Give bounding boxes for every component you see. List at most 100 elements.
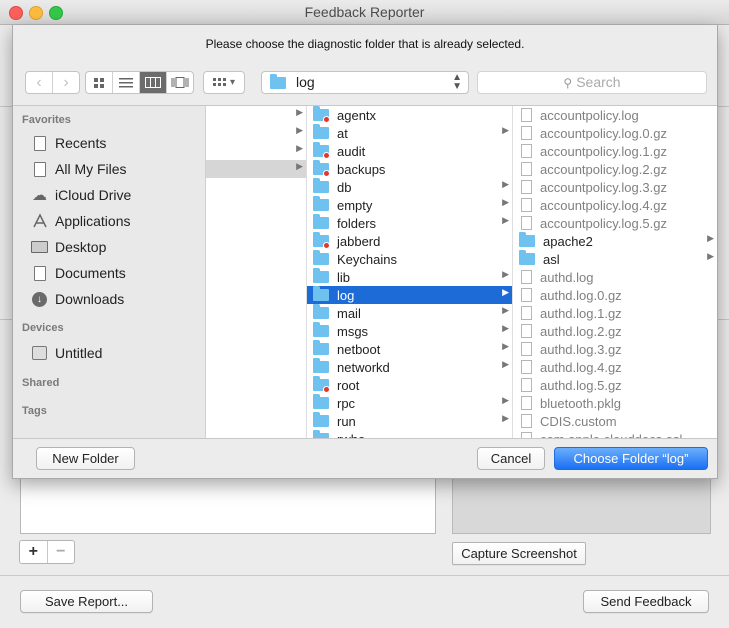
documents-icon [31, 265, 48, 282]
sidebar-item-all-my-files[interactable]: All My Files [31, 158, 127, 180]
list-item[interactable]: at ▶ [307, 124, 512, 142]
sidebar-item-downloads[interactable]: ↓ Downloads [31, 288, 124, 310]
disclosure-arrow-icon: ▶ [502, 197, 509, 207]
list-item[interactable]: db ▶ [307, 178, 512, 196]
list-item[interactable]: apache2 ▶ [513, 232, 717, 250]
back-icon[interactable]: ‹ [26, 72, 52, 93]
remove-button[interactable]: − [46, 541, 75, 563]
list-item[interactable]: netboot ▶ [307, 340, 512, 358]
capture-screenshot-button[interactable]: Capture Screenshot [452, 542, 586, 565]
list-item[interactable]: jabberd [307, 232, 512, 250]
save-report-button[interactable]: Save Report... [20, 590, 153, 613]
sidebar-item-untitled[interactable]: Untitled [31, 342, 102, 364]
list-item[interactable]: msgs ▶ [307, 322, 512, 340]
list-item-label: run [337, 413, 356, 429]
list-item[interactable]: com.apple.clouddocs.asl [513, 430, 717, 438]
document-icon [521, 144, 532, 158]
list-item[interactable]: accountpolicy.log.0.gz [513, 124, 717, 142]
screenshot-preview [452, 470, 711, 534]
disclosure-arrow-icon: ▶ [502, 395, 509, 405]
list-item[interactable]: ▶ [206, 106, 306, 124]
folder-icon [313, 268, 329, 283]
list-item[interactable]: Keychains [307, 250, 512, 268]
document-icon [521, 108, 532, 122]
list-item-label: netboot [337, 341, 381, 357]
document-icon [521, 378, 532, 392]
document-icon [521, 162, 532, 176]
list-item[interactable]: run ▶ [307, 412, 512, 430]
list-item[interactable]: rwho [307, 430, 512, 438]
icon-view-icon[interactable] [86, 72, 112, 93]
list-item[interactable]: mail ▶ [307, 304, 512, 322]
list-item[interactable]: log ▶ [307, 286, 512, 304]
list-item[interactable]: authd.log.0.gz [513, 286, 717, 304]
list-item[interactable]: ▶ [206, 142, 306, 160]
list-item[interactable]: accountpolicy.log.3.gz [513, 178, 717, 196]
document-icon [521, 396, 532, 410]
folder-icon [313, 358, 329, 373]
cover-flow-icon[interactable] [166, 72, 193, 93]
sidebar-item-documents[interactable]: Documents [31, 262, 126, 284]
list-item[interactable]: authd.log.4.gz [513, 358, 717, 376]
document-icon [521, 414, 532, 428]
shared-header: Shared [22, 377, 60, 389]
attachments-list[interactable] [20, 470, 436, 534]
nav-back-forward: ‹ › [25, 71, 80, 94]
list-item[interactable]: authd.log.5.gz [513, 376, 717, 394]
list-item[interactable]: accountpolicy.log.1.gz [513, 142, 717, 160]
folder-icon [313, 394, 329, 409]
list-item[interactable]: accountpolicy.log.4.gz [513, 196, 717, 214]
list-item[interactable]: accountpolicy.log.2.gz [513, 160, 717, 178]
document-icon [521, 342, 532, 356]
arrange-icon[interactable]: ▾ [204, 72, 244, 93]
list-item[interactable]: root [307, 376, 512, 394]
sidebar-item-desktop[interactable]: Desktop [31, 236, 106, 258]
list-item-selected[interactable]: ▶ [206, 160, 306, 178]
list-item[interactable]: accountpolicy.log.5.gz [513, 214, 717, 232]
arrange-menu[interactable]: ▾ [203, 71, 245, 94]
folder-icon [270, 74, 286, 89]
divider [0, 575, 729, 576]
new-folder-button[interactable]: New Folder [36, 447, 135, 470]
list-item-label: accountpolicy.log.0.gz [540, 125, 667, 141]
sidebar-item-recents[interactable]: Recents [31, 132, 106, 154]
list-item[interactable]: agentx [307, 106, 512, 124]
disclosure-arrow-icon: ▶ [502, 179, 509, 189]
search-field[interactable]: ⚲ Search [477, 71, 707, 94]
list-view-icon[interactable] [112, 72, 139, 93]
list-item-label: accountpolicy.log.4.gz [540, 197, 667, 213]
sidebar-item-applications[interactable]: Applications [31, 210, 131, 232]
add-button[interactable]: + [20, 541, 47, 563]
list-item[interactable]: authd.log.1.gz [513, 304, 717, 322]
list-item[interactable]: audit [307, 142, 512, 160]
list-item[interactable]: authd.log [513, 268, 717, 286]
list-item[interactable]: lib ▶ [307, 268, 512, 286]
list-item[interactable]: folders ▶ [307, 214, 512, 232]
forward-icon[interactable]: › [52, 72, 79, 93]
list-item[interactable]: networkd ▶ [307, 358, 512, 376]
list-item[interactable]: bluetooth.pklg [513, 394, 717, 412]
downloads-icon: ↓ [31, 291, 48, 308]
cancel-button[interactable]: Cancel [477, 447, 545, 470]
list-item[interactable]: CDIS.custom [513, 412, 717, 430]
send-feedback-button[interactable]: Send Feedback [583, 590, 709, 613]
sidebar-item-icloud-drive[interactable]: ☁ iCloud Drive [31, 184, 131, 206]
list-item-label: authd.log [540, 269, 594, 285]
sheet-button-bar: New Folder Cancel Choose Folder “log” [13, 438, 717, 478]
path-popup[interactable]: log ▲ ▼ [261, 71, 469, 94]
list-item[interactable]: ▶ [206, 124, 306, 142]
choose-folder-button[interactable]: Choose Folder “log” [554, 447, 708, 470]
list-item[interactable]: backups [307, 160, 512, 178]
column-view-icon[interactable] [139, 72, 166, 93]
disclosure-arrow-icon: ▶ [502, 359, 509, 369]
list-item[interactable]: authd.log.2.gz [513, 322, 717, 340]
list-item[interactable]: rpc ▶ [307, 394, 512, 412]
list-item-label: at [337, 125, 348, 141]
list-item[interactable]: accountpolicy.log [513, 106, 717, 124]
list-item[interactable]: asl ▶ [513, 250, 717, 268]
browser-column-var: agentx at ▶ audit backups db ▶ empty ▶ folders ▶ ja… [307, 106, 513, 438]
list-item[interactable]: authd.log.3.gz [513, 340, 717, 358]
list-item-label: accountpolicy.log.1.gz [540, 143, 667, 159]
list-item[interactable]: empty ▶ [307, 196, 512, 214]
list-item-label: rpc [337, 395, 356, 411]
